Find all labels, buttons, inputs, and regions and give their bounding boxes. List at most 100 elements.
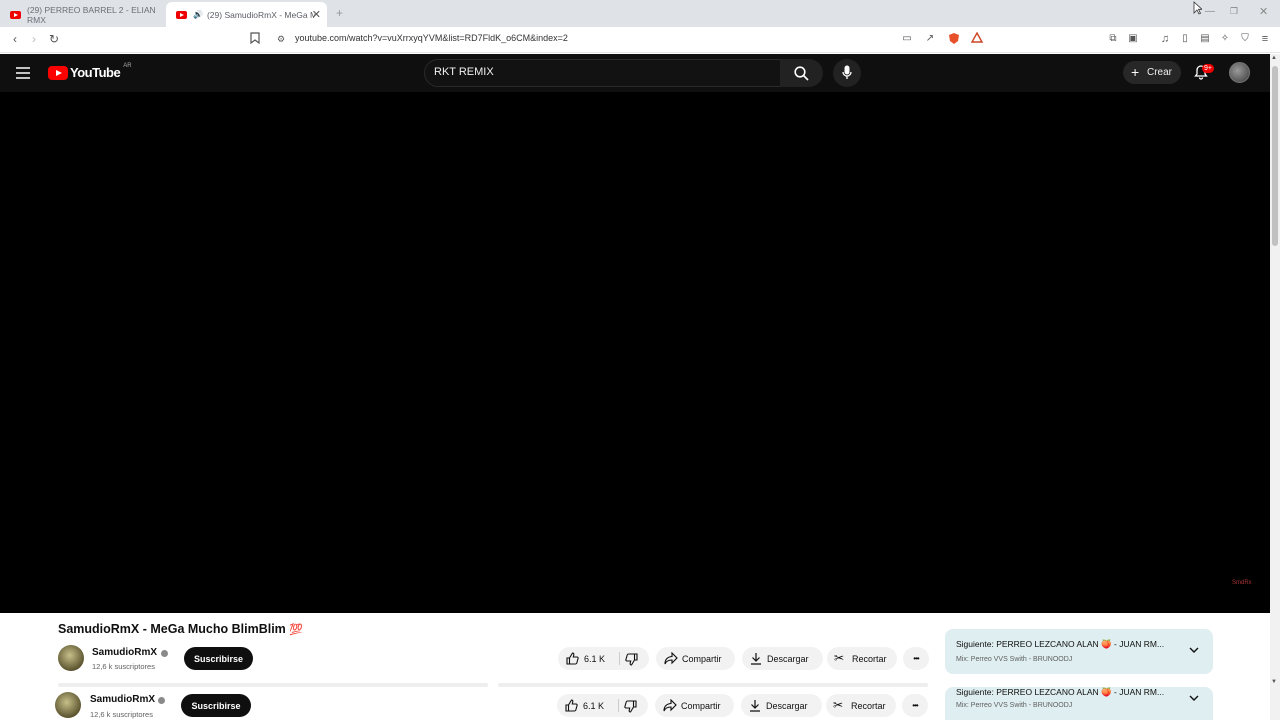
channel-avatar[interactable] (58, 645, 84, 671)
thumbs-down-icon[interactable] (625, 653, 638, 666)
search-button[interactable] (780, 59, 823, 87)
menu-icon[interactable]: ≡ (1258, 32, 1272, 46)
share-button[interactable]: Compartir (656, 647, 735, 670)
video-title-text: SamudioRmX - MeGa Mucho BlimBlim (58, 622, 286, 636)
window-close-icon[interactable]: ✕ (1259, 5, 1268, 18)
chevron-down-icon[interactable] (1189, 695, 1199, 702)
mouse-cursor-icon (1193, 1, 1202, 15)
hamburger-menu-icon[interactable] (16, 66, 30, 84)
voice-search-button[interactable] (833, 59, 861, 87)
download-button[interactable]: Descargar (742, 647, 823, 670)
region-code: AR (123, 62, 132, 69)
up-next-subtitle: Mix: Perreo VVS Swith - BRUNOODJ (956, 702, 1073, 709)
loading-divider (498, 683, 928, 687)
subscriber-count: 12,6 k suscriptores (92, 662, 155, 671)
chevron-down-icon[interactable] (1189, 647, 1199, 654)
account-avatar[interactable] (1229, 62, 1250, 83)
notifications-badge: 9+ (1202, 64, 1214, 73)
search-icon (794, 66, 809, 81)
create-label: Crear (1147, 67, 1173, 78)
more-actions-button[interactable]: ••• (902, 694, 928, 717)
translate-icon[interactable]: ▣ (1126, 32, 1140, 46)
subscribe-label: Suscribirse (193, 653, 244, 664)
rewards-triangle-icon[interactable] (970, 31, 984, 46)
scroll-up-arrow-icon[interactable]: ▲ (1271, 55, 1277, 61)
download-label: Descargar (766, 700, 808, 711)
player-watermark: SmdRx (1232, 580, 1252, 586)
microphone-icon (842, 65, 852, 79)
site-settings-icon[interactable]: ⚙ (274, 32, 288, 46)
subscribe-button[interactable]: Suscribirse (181, 694, 251, 717)
pill-divider (618, 699, 619, 712)
up-next-panel[interactable]: Siguiente: PERREO LEZCANO ALAN 🍑 - JUAN … (945, 687, 1213, 720)
video-player[interactable] (0, 92, 1270, 613)
download-button[interactable]: Descargar (741, 694, 822, 717)
scrollbar-thumb[interactable] (1272, 66, 1278, 246)
pill-divider (619, 652, 620, 665)
verified-badge-icon (161, 650, 168, 657)
up-next-panel[interactable]: Siguiente: PERREO LEZCANO ALAN 🍑 - JUAN … (945, 629, 1213, 674)
browser-toolbar: ‹ › ↻ ⚙ youtube.com/watch?v=vuXrrxyqYVM&… (0, 27, 1280, 53)
youtube-play-logo-icon (48, 65, 68, 80)
back-icon[interactable]: ‹ (8, 32, 22, 46)
scissors-icon: ✂ (834, 651, 845, 665)
brave-shield-icon[interactable] (947, 32, 961, 46)
youtube-logo[interactable]: YouTube AR (48, 62, 132, 80)
more-actions-button[interactable]: ••• (903, 647, 929, 670)
download-icon (751, 653, 761, 665)
plus-icon: + (1131, 64, 1140, 80)
like-count: 6.1 K (584, 653, 606, 664)
tab-title: (29) PERREO BARREL 2 - ELIAN RMX (27, 4, 156, 25)
subscribe-label: Suscribirse (191, 700, 241, 711)
share-icon[interactable]: ↗ (923, 32, 937, 46)
url-bar[interactable]: youtube.com/watch?v=vuXrrxyqYVM&list=RD7… (295, 33, 568, 43)
hundred-emoji: 💯 (289, 624, 303, 636)
more-dots-icon: ••• (913, 654, 919, 663)
tab-title: (29) SamudioRmX - MeGa M (206, 9, 315, 20)
share-button[interactable]: Compartir (655, 694, 734, 717)
share-arrow-icon (664, 652, 678, 665)
sidebar-icon[interactable]: ▯ (1178, 32, 1192, 46)
browser-tab[interactable]: (29) PERREO BARREL 2 - ELIAN RMX (0, 2, 165, 27)
scroll-down-arrow-icon[interactable]: ▼ (1271, 679, 1277, 685)
leo-ai-icon[interactable]: ✧ (1218, 32, 1232, 46)
channel-name[interactable]: SamudioRmX (90, 694, 155, 705)
close-tab-icon[interactable]: ✕ (312, 8, 321, 21)
verified-badge-icon (158, 697, 165, 704)
channel-name[interactable]: SamudioRmX (92, 647, 157, 658)
clip-button[interactable]: ✂ Recortar (827, 647, 897, 670)
new-tab-button[interactable]: + (336, 6, 343, 20)
up-next-video-title: PERREO LEZCANO ALAN 🍑 - JUAN RM... (996, 687, 1165, 697)
thumbs-down-icon[interactable] (624, 700, 637, 713)
clip-button[interactable]: ✂ Recortar (826, 694, 896, 717)
window-minimize-icon[interactable]: — (1205, 6, 1215, 17)
up-next-label: Siguiente: (956, 687, 994, 697)
window-restore-icon[interactable]: ❐ (1230, 6, 1238, 17)
share-label: Compartir (681, 700, 721, 711)
share-arrow-icon (663, 699, 677, 712)
search-query: RKT REMIX (434, 66, 494, 78)
video-title: SamudioRmX - MeGa Mucho BlimBlim 💯 (58, 622, 303, 636)
up-next-video-title: PERREO LEZCANO ALAN 🍑 - JUAN RM... (996, 639, 1165, 649)
share-label: Compartir (682, 653, 722, 664)
vpn-icon[interactable]: ⛉ (1238, 32, 1252, 46)
download-label: Descargar (767, 653, 809, 664)
extensions-icon[interactable]: ⧉ (1106, 32, 1120, 46)
subscribe-button[interactable]: Suscribirse (184, 647, 253, 670)
browser-tab-active[interactable]: 🔊 (29) SamudioRmX - MeGa M ✕ (166, 2, 327, 27)
cast-icon[interactable]: ▭ (900, 32, 914, 46)
like-dislike-group: 6.1 K (558, 647, 649, 670)
media-icon[interactable]: ♫ (1158, 32, 1172, 46)
up-next-label: Siguiente: (956, 639, 994, 649)
forward-icon[interactable]: › (27, 32, 41, 46)
reload-icon[interactable]: ↻ (47, 32, 61, 46)
create-button[interactable]: + Crear (1123, 61, 1181, 84)
browser-tab-bar: (29) PERREO BARREL 2 - ELIAN RMX 🔊 (29) … (0, 0, 1280, 27)
channel-avatar[interactable] (55, 692, 81, 718)
wallet-icon[interactable]: ▤ (1198, 32, 1212, 46)
scissors-icon: ✂ (833, 698, 844, 712)
youtube-logo-text: YouTube (70, 65, 121, 80)
up-next-title: Siguiente: PERREO LEZCANO ALAN 🍑 - JUAN … (956, 639, 1164, 650)
clip-label: Recortar (852, 653, 887, 664)
bookmark-icon[interactable] (248, 32, 262, 46)
